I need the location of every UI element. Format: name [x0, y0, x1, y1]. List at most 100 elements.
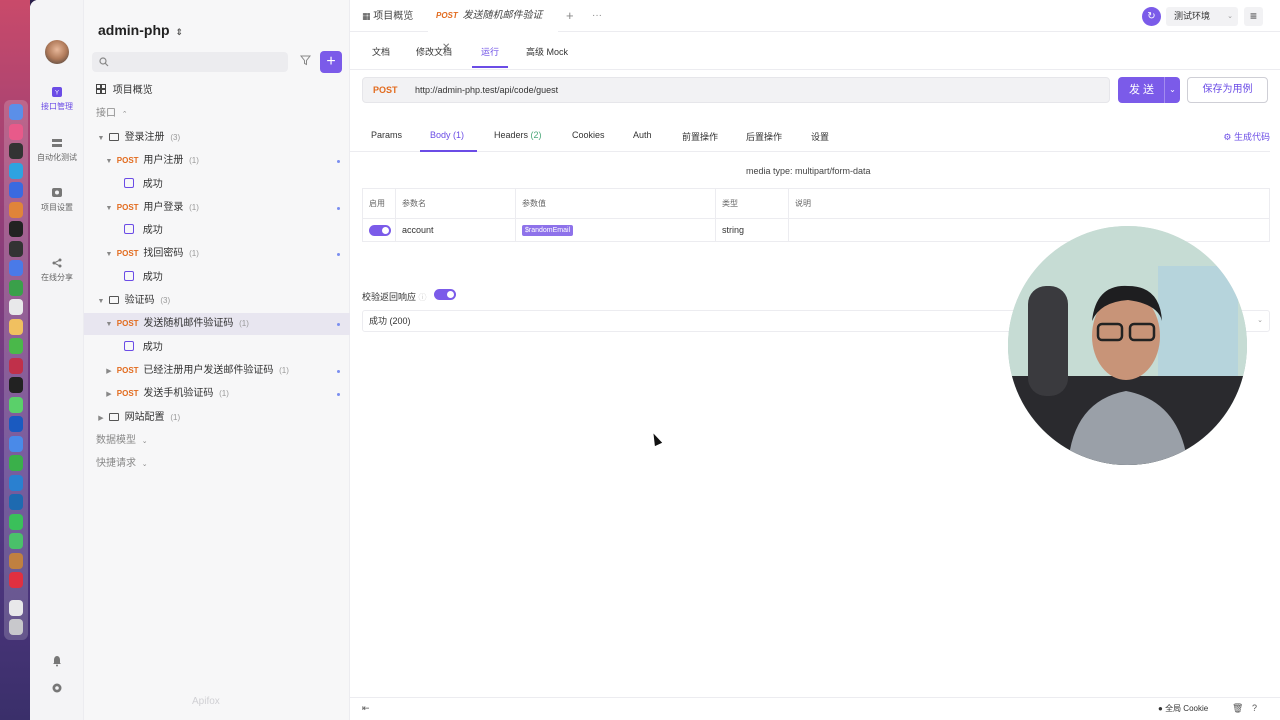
tab-params[interactable]: Params — [371, 130, 402, 140]
dock-app-icon[interactable] — [9, 143, 23, 159]
dock-app-icon[interactable] — [9, 552, 23, 569]
section-header-models[interactable]: 数据模型 ⌄ — [84, 430, 350, 452]
dock-app-icon[interactable] — [9, 123, 23, 140]
sync-button[interactable]: ↻ — [1142, 7, 1161, 26]
subtab-doc[interactable]: 文档 — [372, 45, 390, 58]
api-item[interactable]: ▶ POST 已经注册用户发送邮件验证码 (1) — [84, 360, 350, 382]
rail-item-test[interactable]: 自动化测试 — [30, 137, 84, 163]
dock-app-icon[interactable] — [9, 474, 23, 491]
dock-app-icon[interactable] — [9, 513, 23, 530]
brand-logo: Apifox — [192, 696, 220, 707]
subtab-run[interactable]: 运行 — [481, 45, 499, 58]
dock-app-icon[interactable] — [9, 182, 23, 198]
bell-icon[interactable] — [51, 655, 63, 667]
tab-cookies[interactable]: Cookies — [572, 130, 605, 140]
generate-code-button[interactable]: ⚙ 生成代码 — [1223, 130, 1270, 143]
tab-settings[interactable]: 设置 — [811, 130, 829, 143]
project-switcher[interactable]: admin-php ⇕ — [98, 22, 183, 38]
validate-response-toggle[interactable] — [434, 289, 456, 300]
param-value-input[interactable]: $randomEmail — [516, 219, 716, 241]
api-item[interactable]: ▼ POST 用户登录 (1) — [84, 197, 350, 219]
status-dot — [337, 370, 340, 373]
tab-post-script[interactable]: 后置操作 — [746, 130, 782, 143]
api-item-selected[interactable]: ▼ POST 发送随机邮件验证码 (1) — [84, 313, 350, 335]
tab-active-request[interactable]: POST 发送随机邮件验证 ✕ — [428, 0, 558, 53]
dock-app-icon[interactable] — [9, 338, 23, 354]
param-name-input[interactable]: account — [396, 219, 516, 241]
dock-app-icon[interactable] — [9, 104, 23, 120]
dock-app-icon[interactable] — [9, 572, 23, 588]
dock-app-icon[interactable] — [9, 435, 23, 452]
dock-app-icon[interactable] — [9, 260, 23, 276]
dock-app-icon[interactable] — [9, 221, 23, 237]
more-tabs-button[interactable]: ··· — [592, 0, 602, 32]
chevron-down-icon[interactable]: ⌄ — [1164, 77, 1180, 103]
tab-label: 设置 — [811, 132, 830, 142]
send-button[interactable]: 发 送 ⌄ — [1118, 77, 1180, 103]
subtab-mock[interactable]: 高级 Mock — [526, 45, 568, 58]
dock-app-icon[interactable] — [9, 416, 23, 432]
new-tab-button[interactable]: + — [566, 0, 574, 32]
dock-app-icon[interactable] — [9, 162, 23, 179]
case-item[interactable]: 成功 — [84, 174, 350, 196]
folder-item[interactable]: ▼ 登录注册 (3) — [84, 127, 350, 149]
dock-app-icon[interactable] — [9, 201, 23, 218]
dock-app-icon[interactable] — [9, 357, 23, 374]
help-icon[interactable]: ? — [1252, 703, 1257, 713]
trash-icon[interactable] — [9, 619, 23, 635]
tab-auth[interactable]: Auth — [633, 130, 652, 140]
subtab-edit-doc[interactable]: 修改文档 — [416, 45, 452, 58]
tab-pre-script[interactable]: 前置操作 — [682, 130, 718, 143]
rail-item-settings[interactable]: 项目设置 — [30, 187, 84, 213]
tab-body[interactable]: Body (1) — [430, 130, 464, 140]
rail-item-share[interactable]: 在线分享 — [30, 257, 84, 283]
global-cookie-button[interactable]: ● 全局 Cookie — [1158, 703, 1208, 714]
case-item[interactable]: 成功 — [84, 337, 350, 359]
dock-app-icon[interactable] — [9, 494, 23, 510]
search-input[interactable] — [92, 52, 288, 72]
dock-app-icon[interactable] — [9, 240, 23, 257]
api-item[interactable]: ▼ POST 用户注册 (1) — [84, 150, 350, 172]
dock-app-icon[interactable] — [9, 599, 23, 616]
param-type-select[interactable]: string — [716, 219, 789, 241]
caret-down-icon: ▼ — [97, 135, 105, 142]
tab-overview[interactable]: ▦ 项目概览 — [356, 0, 419, 32]
folder-item[interactable]: ▶ 网站配置 (1) — [84, 407, 350, 429]
tab-headers[interactable]: Headers (2) — [494, 130, 542, 140]
filter-button[interactable] — [294, 52, 316, 72]
case-item[interactable]: 成功 — [84, 267, 350, 289]
url-input[interactable]: POST http://admin-php.test/api/code/gues… — [362, 77, 1110, 103]
dock-app-icon[interactable] — [9, 279, 23, 296]
avatar[interactable] — [45, 40, 69, 64]
section-header-api[interactable]: 接口 ⌃ — [84, 103, 350, 125]
env-select[interactable]: 测试环境 ⌄ — [1166, 7, 1238, 26]
param-desc-input[interactable] — [789, 219, 1269, 241]
save-as-case-button[interactable]: 保存为用例 — [1187, 77, 1268, 103]
dock-app-icon[interactable] — [9, 299, 23, 315]
section-header-quick[interactable]: 快捷请求 ⌄ — [84, 453, 350, 475]
dock-app-icon[interactable] — [9, 533, 23, 549]
add-api-button[interactable]: + — [320, 51, 342, 73]
caret-down-icon: ▼ — [97, 298, 105, 305]
menu-button[interactable]: ≡ — [1244, 7, 1263, 26]
gear-icon[interactable] — [51, 682, 63, 694]
case-label: 成功 — [142, 225, 163, 236]
dock-app-icon[interactable] — [9, 318, 23, 335]
folder-item[interactable]: ▼ 验证码 (3) — [84, 290, 350, 312]
api-item[interactable]: ▼ POST 找回密码 (1) — [84, 243, 350, 265]
toggle-sidebar-icon[interactable]: ⇤ — [362, 703, 370, 714]
chevron-down-icon: ⌄ — [1227, 13, 1233, 20]
api-sidebar: admin-php ⇕ + 项目概览 接口 ⌃ ▼ 登录注册 (3) ▼ POS… — [84, 0, 350, 720]
dock-app-icon[interactable] — [9, 455, 23, 471]
api-item[interactable]: ▶ POST 发送手机验证码 (1) — [84, 383, 350, 405]
sidebar-item-overview[interactable]: 项目概览 — [84, 80, 350, 102]
enable-toggle[interactable] — [369, 224, 391, 236]
url-text: http://admin-php.test/api/code/guest — [415, 85, 559, 95]
rail-item-api[interactable]: Y 接口管理 — [30, 86, 84, 112]
case-item[interactable]: 成功 — [84, 220, 350, 242]
trash-icon[interactable]: 🗑 — [1232, 703, 1243, 714]
method-select[interactable]: POST — [373, 85, 398, 95]
dock-app-icon[interactable] — [9, 377, 23, 393]
dock-app-icon[interactable] — [9, 396, 23, 413]
case-icon — [124, 271, 134, 281]
